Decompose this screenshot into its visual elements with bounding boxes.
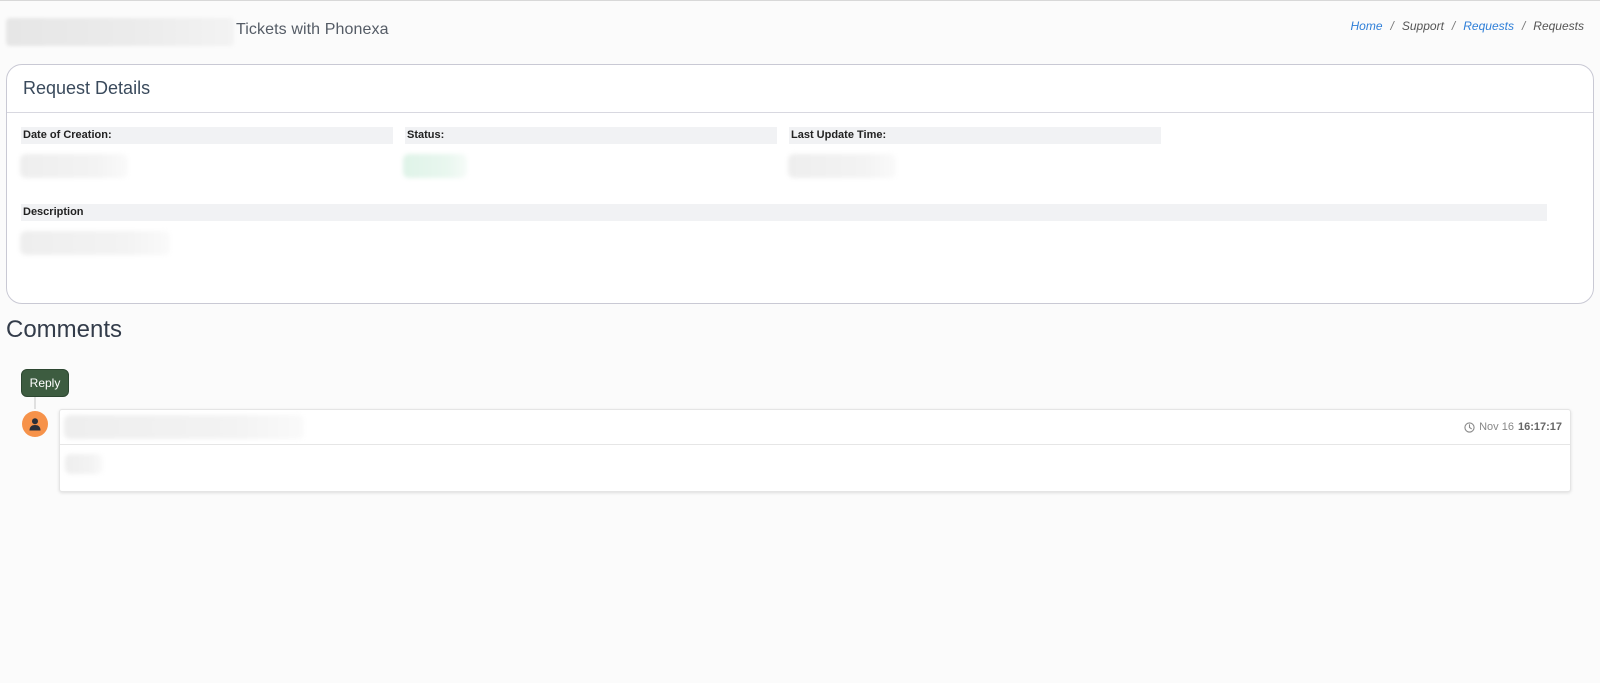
date-of-creation-label: Date of Creation: [21, 127, 393, 144]
comment-date: Nov 16 [1479, 421, 1514, 433]
last-update-label: Last Update Time: [789, 127, 1161, 144]
comment-time: 16:17:17 [1517, 421, 1562, 433]
breadcrumb-separator: / [1451, 19, 1456, 33]
breadcrumb-requests-link[interactable]: Requests [1463, 19, 1514, 33]
comment-author [64, 415, 304, 439]
status-badge [403, 154, 467, 178]
redacted-title [6, 18, 234, 46]
breadcrumb-home[interactable]: Home [1351, 19, 1383, 33]
top-divider [0, 0, 1600, 1]
avatar [22, 411, 48, 437]
status-label: Status: [405, 127, 777, 144]
request-details-card: Request Details Date of Creation: Status… [6, 64, 1594, 304]
breadcrumb-current: Requests [1533, 19, 1584, 33]
comment-item: Nov 16 16:17:17 [59, 409, 1571, 492]
comments-heading: Comments [6, 316, 123, 343]
card-title: Request Details [23, 78, 151, 98]
breadcrumb-separator: / [1521, 19, 1526, 33]
date-of-creation-value [20, 154, 128, 178]
breadcrumb-separator: / [1390, 19, 1394, 33]
page-title: Tickets with Phonexa [236, 21, 389, 38]
comment-header: Nov 16 16:17:17 [60, 410, 1570, 445]
comment-body [65, 454, 103, 474]
clock-icon [1464, 421, 1475, 433]
timeline-connector [34, 397, 36, 409]
comment-timestamp: Nov 16 16:17:17 [1464, 421, 1562, 433]
description-label: Description [21, 204, 1547, 221]
description-value [20, 231, 170, 255]
reply-button[interactable]: Reply [21, 369, 69, 397]
last-update-value [788, 154, 896, 178]
breadcrumb-support: Support [1401, 19, 1444, 33]
user-icon [29, 418, 41, 431]
page-header: Tickets with Phonexa Home / Support / Re… [0, 12, 1600, 48]
card-header: Request Details [7, 65, 1593, 113]
breadcrumb: Home / Support / Requests / Requests [1351, 19, 1584, 33]
